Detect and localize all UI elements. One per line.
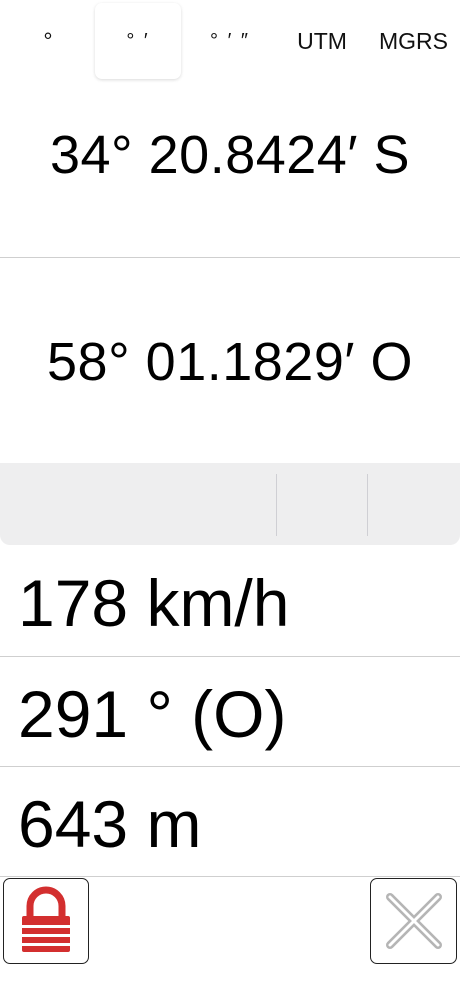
divider	[0, 876, 460, 877]
format-option-degrees-minutes-seconds[interactable]: ° ′ ″	[185, 3, 275, 79]
segment-divider	[367, 474, 368, 536]
divider	[0, 257, 460, 258]
close-button[interactable]	[370, 878, 457, 964]
divider	[0, 656, 460, 657]
coordinate-format-selector	[0, 463, 460, 545]
latitude-display: 34° 20.8424′ S	[49, 125, 410, 185]
format-option-degrees-minutes[interactable]: ° ′	[95, 3, 181, 79]
speed-display: 178 km/h	[18, 566, 290, 640]
format-option-degrees[interactable]: °	[3, 3, 93, 79]
divider	[0, 766, 460, 767]
format-option-utm[interactable]: UTM	[277, 3, 367, 79]
close-icon	[385, 893, 442, 949]
lock-icon	[22, 886, 70, 952]
format-option-mgrs[interactable]: MGRS	[368, 3, 459, 79]
heading-display: 291 ° (O)	[18, 677, 287, 751]
segment-divider	[276, 474, 277, 536]
lock-button[interactable]	[3, 878, 89, 964]
altitude-display: 643 m	[18, 787, 202, 861]
longitude-display: 58° 01.1829′ O	[47, 332, 413, 392]
